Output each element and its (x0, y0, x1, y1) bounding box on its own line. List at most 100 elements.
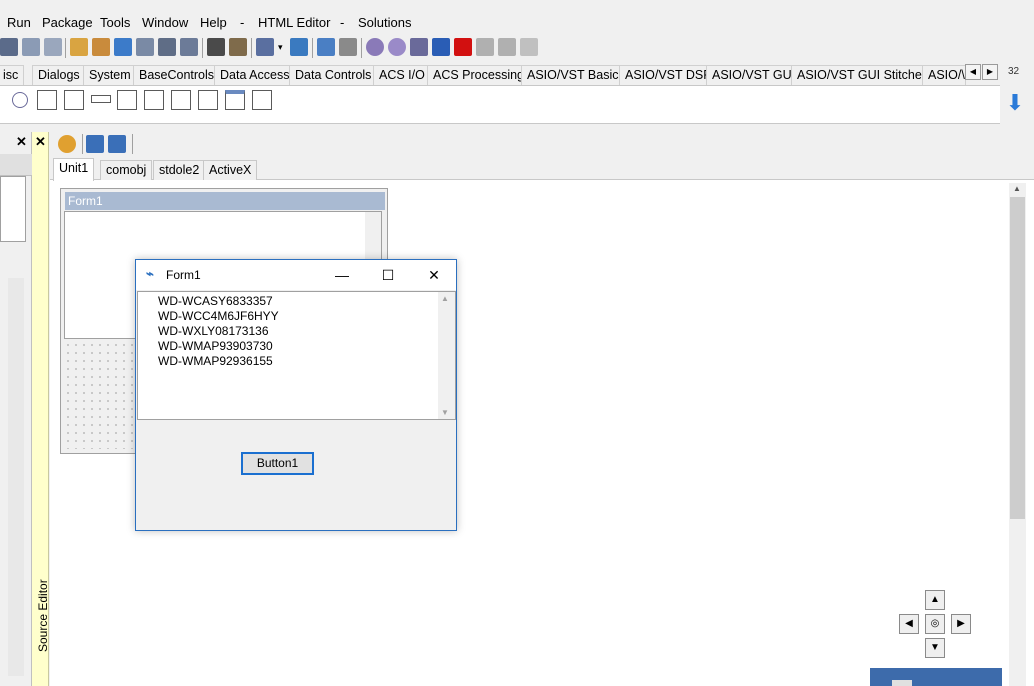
left-panel-list (0, 176, 26, 242)
palette-tab-asio-vst-basics[interactable]: ASIO/VST Basics (521, 65, 631, 85)
options-icon[interactable] (229, 38, 247, 56)
palette-tab-asio-vst-dsp[interactable]: ASIO/VST DSP (619, 65, 718, 85)
maximize-button[interactable]: ☐ (365, 260, 411, 290)
checklistbox-icon[interactable] (144, 90, 164, 110)
form1-window: ⌁ Form1 — ☐ ✕ WD-WCASY6833357 WD-WCC4M6J… (135, 259, 457, 531)
menu-dash-1: - (240, 15, 245, 30)
chevron-up-icon[interactable]: ▲ (1013, 184, 1021, 193)
tab-unit1[interactable]: Unit1 (53, 158, 95, 181)
tab-activex[interactable]: ActiveX (203, 160, 258, 180)
step-into-icon[interactable] (476, 38, 494, 56)
tools-icon[interactable] (339, 38, 357, 56)
memo-icon[interactable] (64, 90, 84, 110)
menu-help[interactable]: Help (200, 15, 227, 30)
palette-tab-data-access[interactable]: Data Access (214, 65, 296, 85)
close-button[interactable]: ✕ (411, 260, 457, 290)
palette-tab-dialogs[interactable]: Dialogs (32, 65, 86, 85)
new-unit-icon[interactable] (70, 38, 88, 56)
toolbar-separator (202, 38, 203, 58)
palette-splitter[interactable] (0, 124, 1034, 132)
palette-tab-asio-vst-gui[interactable]: ASIO/VST GUI (706, 65, 802, 85)
run-icon[interactable] (410, 38, 428, 56)
view-units-icon[interactable] (136, 38, 154, 56)
chevron-down-icon[interactable]: ▾ (278, 38, 288, 56)
menu-run[interactable]: Run (7, 15, 31, 30)
save-icon[interactable] (0, 38, 18, 56)
build-all-icon[interactable] (388, 38, 406, 56)
stop-icon[interactable] (454, 38, 472, 56)
view-forms-icon[interactable] (158, 38, 176, 56)
toolbar-separator (132, 134, 133, 154)
menu-tools[interactable]: Tools (100, 15, 130, 30)
chevron-down-icon[interactable]: ▼ (441, 408, 449, 417)
wave-icon[interactable] (317, 38, 335, 56)
groupbox-icon[interactable] (198, 90, 218, 110)
form1-title: Form1 (166, 268, 201, 282)
project-icon[interactable] (114, 38, 132, 56)
chevron-up-icon[interactable]: ▲ (441, 294, 449, 303)
scrollbar-icon[interactable] (91, 95, 111, 103)
chevron-right-icon[interactable]: ▶ (982, 64, 998, 80)
menu-package[interactable]: Package (42, 15, 93, 30)
build-icon[interactable] (256, 38, 274, 56)
chevron-left-icon[interactable]: ◀ (965, 64, 981, 80)
new-form-icon[interactable] (92, 38, 110, 56)
hand-icon[interactable] (58, 135, 76, 153)
memo-box[interactable]: WD-WCASY6833357 WD-WCC4M6JF6HYY WD-WXLY0… (137, 291, 456, 420)
close-icon[interactable]: ✕ (16, 134, 27, 150)
memo-line: WD-WCASY6833357 (158, 294, 273, 308)
dialog-icon[interactable] (252, 90, 272, 110)
menu-window[interactable]: Window (142, 15, 188, 30)
form1-titlebar[interactable]: ⌁ Form1 — ☐ ✕ (136, 260, 456, 290)
panel-icon[interactable] (117, 90, 137, 110)
bottom-blue-panel (870, 668, 1002, 686)
menu-solutions[interactable]: Solutions (358, 15, 411, 30)
nav-right-button[interactable]: ▶ (951, 614, 971, 634)
step-over-icon[interactable] (498, 38, 516, 56)
minimize-button[interactable]: — (319, 260, 365, 290)
palette-tab-basecontrols[interactable]: BaseControls (133, 65, 221, 85)
panel-handle (892, 680, 912, 686)
tab-stdole2[interactable]: stdole2 (153, 160, 206, 180)
project-inspector-icon[interactable] (290, 38, 308, 56)
toolbar-separator (251, 38, 252, 58)
nav-down-button[interactable]: ▼ (925, 638, 945, 658)
palette-tab-acs-io[interactable]: ACS I/O (373, 65, 431, 85)
source-editor-strip[interactable]: ✕ Source Editor (32, 132, 50, 686)
left-panel: ✕ (0, 132, 32, 686)
find-icon[interactable] (207, 38, 225, 56)
palette-tab-asio-overflow[interactable]: ASIO/\ (922, 65, 966, 85)
designer-form-title: Form1 (65, 192, 385, 210)
arrow-right-icon[interactable] (108, 135, 126, 153)
listbox-icon[interactable] (37, 90, 57, 110)
close-file-icon[interactable] (44, 38, 62, 56)
save-all-icon[interactable] (22, 38, 40, 56)
compile-icon[interactable] (366, 38, 384, 56)
palette-tab-acs-processing[interactable]: ACS Processing (427, 65, 531, 85)
radiogroup-icon[interactable] (171, 90, 191, 110)
arrow-left-icon[interactable] (86, 135, 104, 153)
toggle-form-icon[interactable] (180, 38, 198, 56)
memo-scrollbar[interactable]: ▲ ▼ (438, 292, 455, 419)
left-panel-scrollbar[interactable] (8, 278, 24, 676)
palette-tab-system[interactable]: System (83, 65, 137, 85)
arrow-down-icon[interactable]: ⬇ (1004, 92, 1026, 114)
nav-center-button[interactable]: ◎ (925, 614, 945, 634)
nav-up-button[interactable]: ▲ (925, 590, 945, 610)
palette-tab-misc[interactable]: isc (0, 65, 25, 85)
menu-html-editor[interactable]: HTML Editor (258, 15, 330, 30)
palette-tab-asio-vst-gui-stitched[interactable]: ASIO/VST GUI Stitched (791, 65, 935, 85)
tab-comobj[interactable]: comobj (100, 160, 153, 180)
radio-button-icon[interactable] (12, 92, 28, 108)
memo-line: WD-WXLY08173136 (158, 324, 269, 338)
pause-icon[interactable] (432, 38, 450, 56)
nav-left-button[interactable]: ◀ (899, 614, 919, 634)
frame-icon[interactable] (225, 90, 245, 110)
step-out-icon[interactable] (520, 38, 538, 56)
close-icon[interactable]: ✕ (35, 134, 46, 150)
editor-vertical-scrollbar[interactable]: ▲ (1009, 183, 1026, 686)
palette-tab-data-controls[interactable]: Data Controls (289, 65, 378, 85)
toolbar-separator (82, 134, 83, 154)
scrollbar-thumb[interactable] (1010, 197, 1025, 519)
button1[interactable]: Button1 (241, 452, 314, 475)
